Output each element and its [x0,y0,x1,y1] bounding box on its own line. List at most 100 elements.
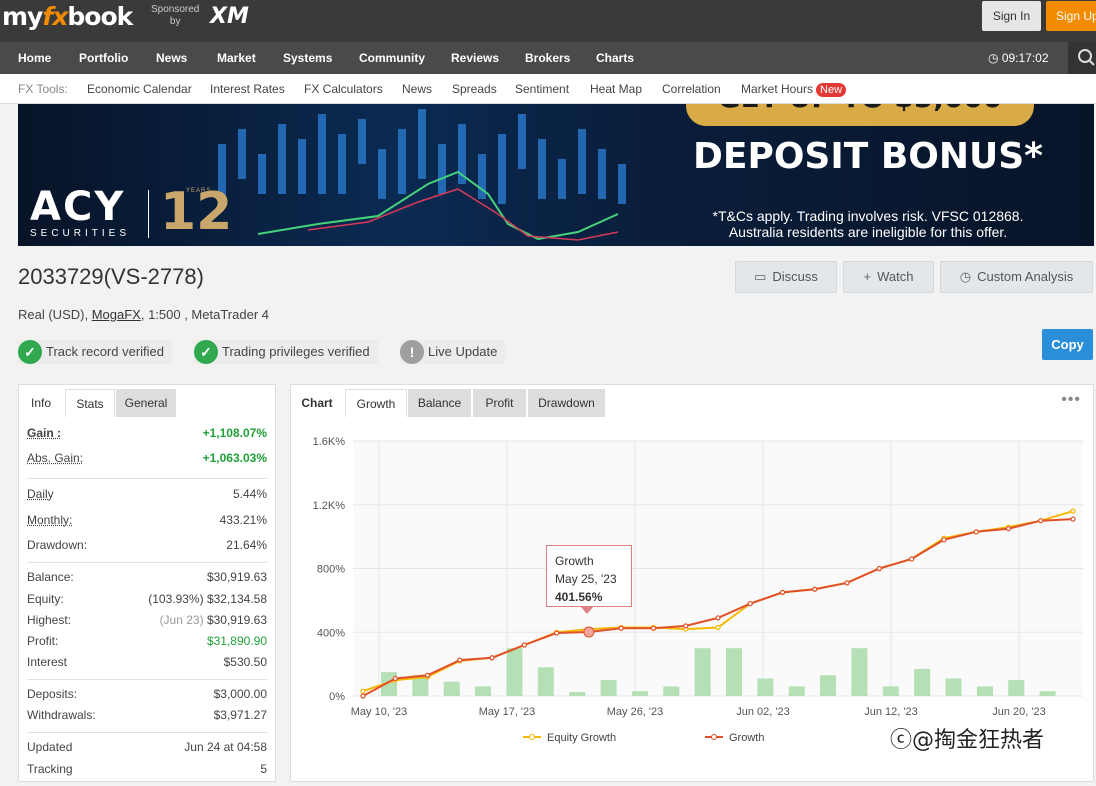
growth-point [844,580,850,586]
growth-point [973,529,979,535]
acy-logo: ACY [30,184,126,230]
divider [27,478,267,479]
daily-gain-bar [1039,691,1056,696]
nav-item-charts[interactable]: Charts [596,42,634,74]
nav-item-home[interactable]: Home [18,42,51,74]
subnav-economic-calendar[interactable]: Economic Calendar [87,74,192,104]
daily-gain-bar [945,678,962,696]
broker-link[interactable]: MogaFX [92,307,141,322]
y-tick-label: 400% [317,627,345,639]
myfxbook-logo[interactable]: myfxbook [2,2,133,31]
watch-button[interactable]: + Watch [843,261,934,293]
tab-balance[interactable]: Balance [408,389,471,417]
sign-up-button[interactable]: Sign Up [1046,1,1096,31]
search-icon [1078,49,1095,66]
chart-tooltip: Growth May 25, '23 401.56% [546,545,632,607]
growth-point [683,623,689,629]
x-tick-label: Jun 12, '23 [864,706,917,718]
growth-point [1070,516,1076,522]
subnav-correlation[interactable]: Correlation [662,74,721,104]
equity-growth-point [1070,508,1076,514]
alert-icon: ! [400,340,424,364]
daily-gain-bar [694,648,711,696]
daily-gain-bar [726,648,742,696]
stat-drawdown: Drawdown: 21.64% [27,538,267,552]
hover-point [583,626,595,638]
trading-privileges-badge: ✓ Trading privileges verified [194,340,378,364]
x-tick-label: May 17, '23 [479,706,536,718]
subnav-market-hours[interactable]: Market Hours New [741,74,847,104]
subnav-fx-calculators[interactable]: FX Calculators [304,74,383,104]
y-tick-label: 1.2K% [313,500,346,512]
x-tick-label: May 10, '23 [351,706,408,718]
nav-item-reviews[interactable]: Reviews [451,42,499,74]
daily-gain-bar [757,678,774,696]
legend-marker [711,734,717,740]
legend-equity-growth: Equity Growth [547,732,616,744]
custom-analysis-button[interactable]: ◷ Custom Analysis [940,261,1093,293]
plus-icon: + [863,269,872,284]
tab-profit[interactable]: Profit [473,389,526,417]
stat-equity: Equity: (103.93%) $32,134.58 [27,592,267,606]
growth-point [876,565,882,572]
growth-point [812,586,818,592]
fx-tools-label: FX Tools: [18,82,68,96]
growth-point [1005,526,1012,532]
stat-abs-gain: Abs. Gain: +1,063.03% [27,451,267,465]
tab-growth[interactable]: Growth [345,389,407,417]
fx-tools-nav: FX Tools: Economic Calendar Interest Rat… [0,74,1096,104]
subnav-spreads[interactable]: Spreads [452,74,497,104]
tab-general[interactable]: General [116,389,176,417]
stat-profit: Profit: $31,890.90 [27,634,267,648]
tab-stats[interactable]: Stats [65,389,115,417]
acy-subtitle: SECURITIES [30,228,131,239]
stats-panel: Info Stats General Gain : +1,108.07% Abs.… [18,384,276,782]
subnav-news[interactable]: News [402,74,432,104]
stat-gain: Gain : +1,108.07% [27,426,267,440]
discuss-button[interactable]: ▭ Discuss [735,261,837,293]
new-badge: New [816,83,847,97]
nav-item-news[interactable]: News [156,42,187,74]
account-meta: Real (USD), MogaFX, 1:500 , MetaTrader 4 [18,307,269,322]
growth-point [554,630,560,636]
nav-item-systems[interactable]: Systems [283,42,332,74]
y-tick-label: 800% [317,564,345,576]
stat-updated: Updated Jun 24 at 04:58 [27,740,267,754]
growth-point [521,642,527,648]
nav-item-market[interactable]: Market [217,42,256,74]
track-record-badge: ✓ Track record verified [18,340,172,364]
more-options-icon[interactable]: ••• [1061,391,1081,409]
stat-interest: Interest $530.50 [27,655,267,669]
copy-button[interactable]: Copy [1042,329,1093,360]
x-tick-label: Jun 20, '23 [992,706,1045,718]
stat-balance: Balance: $30,919.63 [27,570,267,584]
tab-chart[interactable]: Chart [293,389,341,417]
tab-drawdown[interactable]: Drawdown [528,389,605,417]
daily-gain-bar [475,686,492,696]
subnav-sentiment[interactable]: Sentiment [515,74,569,104]
daily-gain-bar [851,648,868,696]
daily-gain-bar [1008,680,1025,696]
growth-point [489,655,495,661]
search-button[interactable] [1068,42,1096,74]
subnav-interest-rates[interactable]: Interest Rates [210,74,285,104]
sign-in-button[interactable]: Sign In [982,1,1041,31]
legend-growth: Growth [729,732,764,744]
nav-item-brokers[interactable]: Brokers [525,42,570,74]
tab-info[interactable]: Info [21,389,61,417]
nav-item-community[interactable]: Community [359,42,425,74]
growth-point [715,615,721,621]
daily-gain-bar [631,691,648,696]
check-icon: ✓ [18,340,42,364]
daily-gain-bar [882,686,899,696]
daily-gain-bar [600,680,617,696]
ad-banner[interactable]: ACY SECURITIES 12 YEARS GET UP TO $5,000… [18,104,1094,246]
x-tick-label: May 26, '23 [607,706,664,718]
equity-growth-point [715,624,721,631]
xm-logo[interactable]: XM [210,4,249,29]
bonus-pill: GET UP TO $5,000 [686,104,1034,126]
growth-point [392,675,398,682]
subnav-heat-map[interactable]: Heat Map [590,74,642,104]
nav-item-portfolio[interactable]: Portfolio [79,42,128,74]
growth-point [650,625,657,631]
